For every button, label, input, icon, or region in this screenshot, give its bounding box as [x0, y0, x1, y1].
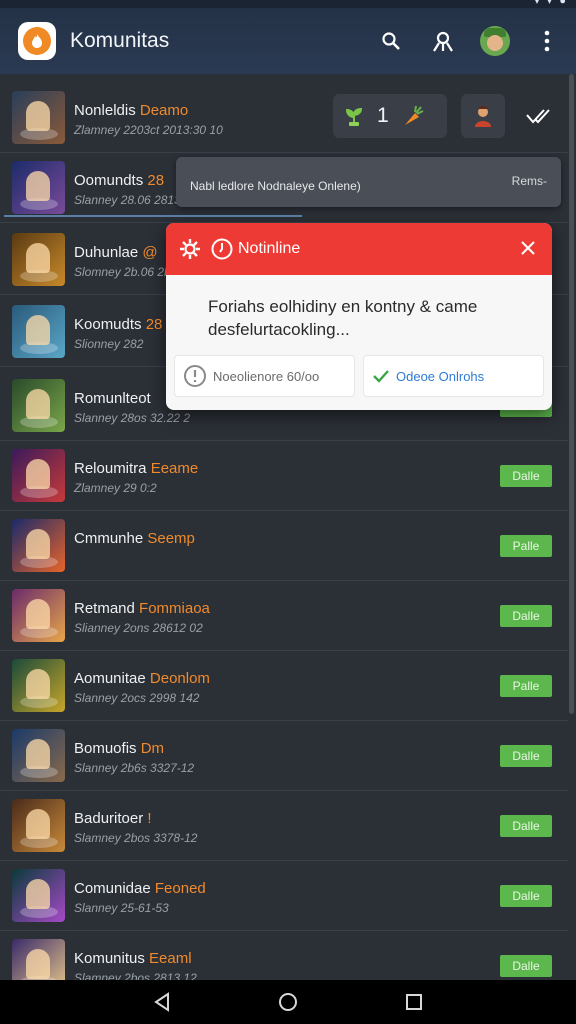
home-icon[interactable]: [278, 992, 298, 1012]
dialog-neutral-label: Noeolienore 60/oo: [213, 368, 320, 384]
app-logo[interactable]: [18, 22, 56, 60]
community-title: Retmand Fommiaoa: [74, 600, 210, 617]
community-subtitle: Slanney 28os 32.22 2: [74, 411, 191, 425]
join-button[interactable]: Dalle: [500, 465, 552, 487]
community-thumbnail: [12, 449, 65, 502]
carrot-icon: [404, 105, 424, 125]
community-thumbnail: [12, 869, 65, 922]
community-subtitle: Slomney 2b.06 2b5: [74, 265, 178, 279]
banner-text: Nabl ledlore Nodnaleye Onlene): [190, 179, 361, 193]
community-thumbnail: [12, 519, 65, 572]
back-icon[interactable]: [153, 992, 171, 1012]
community-thumbnail: [12, 305, 65, 358]
join-button[interactable]: Dalle: [500, 815, 552, 837]
list-item[interactable]: Retmand Fommiaoa Slianney 2ons 28612 02 Da…: [0, 580, 568, 651]
list-item[interactable]: Reloumitra Eeame Zlamney 29 0:2 Dalle: [0, 440, 568, 511]
user-avatar[interactable]: [480, 26, 510, 56]
dialog-header: Notinline: [166, 223, 552, 275]
status-icons: ▾ ▾ ●: [534, 0, 568, 7]
info-icon: [184, 365, 206, 387]
join-button[interactable]: Dalle: [500, 955, 552, 977]
character-icon[interactable]: [461, 94, 505, 138]
clock-icon: [211, 238, 233, 260]
search-icon[interactable]: [376, 26, 406, 56]
community-title: Oomundts 28: [74, 172, 165, 189]
community-subtitle: Slanney 28.06 2813 2: [74, 193, 191, 207]
system-nav-bar: [0, 980, 576, 1024]
flame-icon: [23, 27, 51, 55]
community-thumbnail: [12, 799, 65, 852]
join-button[interactable]: Dalle: [500, 885, 552, 907]
community-thumbnail: [12, 729, 65, 782]
dialog-confirm-button[interactable]: Odeoe Onlrohs: [363, 355, 544, 397]
list-item[interactable]: Baduritoer ! Slamney 2bos 3378-12 Dalle: [0, 790, 568, 861]
notification-dialog: Notinline Foriahs eolhidiny en kontny & …: [166, 223, 552, 410]
community-subtitle: Slanney 25-61-53: [74, 901, 169, 915]
community-title: Romunlteot: [74, 390, 151, 407]
gear-icon[interactable]: [178, 237, 202, 261]
community-title: Cmmunhe Seemp: [74, 530, 195, 547]
check-icon: [373, 370, 389, 383]
dialog-neutral-button[interactable]: Noeolienore 60/oo: [174, 355, 355, 397]
community-thumbnail: [12, 91, 65, 144]
app-bar: Komunitas: [0, 8, 576, 74]
community-subtitle: Slamney 2bos 3378-12: [74, 831, 198, 845]
profile-network-icon[interactable]: [428, 26, 458, 56]
community-subtitle: Zlamney 2203ct 2013:30 10: [74, 123, 223, 137]
join-button[interactable]: Dalle: [500, 605, 552, 627]
close-icon[interactable]: [518, 238, 538, 258]
app-title: Komunitas: [70, 29, 170, 52]
list-item[interactable]: Aomunitae Deonlom Slanney 2ocs 2998 142 Pa…: [0, 650, 568, 721]
community-thumbnail: [12, 161, 65, 214]
community-subtitle: Slianney 2ons 28612 02: [74, 621, 203, 635]
scrollbar[interactable]: [569, 74, 574, 714]
community-thumbnail: [12, 659, 65, 712]
banner-action[interactable]: Rems-: [512, 174, 547, 188]
community-thumbnail: [12, 379, 65, 432]
join-button[interactable]: Dalle: [500, 745, 552, 767]
list-item[interactable]: Bomuofis Dm Slanney 2b6s 3327-12 Dalle: [0, 720, 568, 791]
community-title: Comunidae Feoned: [74, 880, 206, 897]
community-thumbnail: [12, 589, 65, 642]
community-title: Bomuofis Dm: [74, 740, 165, 757]
dialog-confirm-label: Odeoe Onlrohs: [396, 368, 485, 384]
community-title: Nonleldis Deamo: [74, 102, 189, 119]
community-thumbnail: [12, 233, 65, 286]
list-item[interactable]: Comunidae Feoned Slanney 25-61-53 Dalle: [0, 860, 568, 931]
community-thumbnail: [12, 939, 65, 980]
community-subtitle: Slamney 2bos 2813 12: [74, 971, 197, 980]
community-title: Koomudts 28: [74, 316, 163, 333]
community-title: Reloumitra Eeame: [74, 460, 199, 477]
status-bar: ▾ ▾ ●: [0, 0, 576, 8]
dialog-message: Foriahs eolhidiny en kontny & came desfe…: [208, 297, 478, 339]
loading-progress: [4, 215, 302, 217]
community-title: Duhunlae @: [74, 244, 158, 261]
community-subtitle: Zlamney 29 0:2: [74, 481, 157, 495]
check-all-icon[interactable]: [514, 94, 562, 138]
community-list[interactable]: Nonleldis Deamo Zlamney 2203ct 2013:30 10…: [0, 74, 568, 980]
list-item[interactable]: Komunitus Eeaml Slamney 2bos 2813 12 Dalle: [0, 930, 568, 980]
community-title: Baduritoer !: [74, 810, 152, 827]
dialog-title: Notinline: [238, 240, 301, 257]
reaction-count: 1: [377, 104, 389, 127]
community-subtitle: Slionney 282: [74, 337, 144, 351]
community-subtitle: Slanney 2ocs 2998 142: [74, 691, 200, 705]
join-button[interactable]: Palle: [500, 675, 552, 697]
plant-icon: [345, 107, 363, 126]
online-notice-banner[interactable]: Nabl ledlore Nodnaleye Onlene) Rems-: [176, 157, 561, 207]
join-button[interactable]: Palle: [500, 535, 552, 557]
community-subtitle: Slanney 2b6s 3327-12: [74, 761, 195, 775]
more-vert-icon[interactable]: [532, 26, 562, 56]
list-item[interactable]: Cmmunhe Seemp Palle: [0, 510, 568, 581]
reaction-counter[interactable]: 1: [333, 94, 447, 138]
recents-icon[interactable]: [405, 993, 423, 1011]
community-title: Komunitus Eeaml: [74, 950, 192, 967]
community-title: Aomunitae Deonlom: [74, 670, 210, 687]
